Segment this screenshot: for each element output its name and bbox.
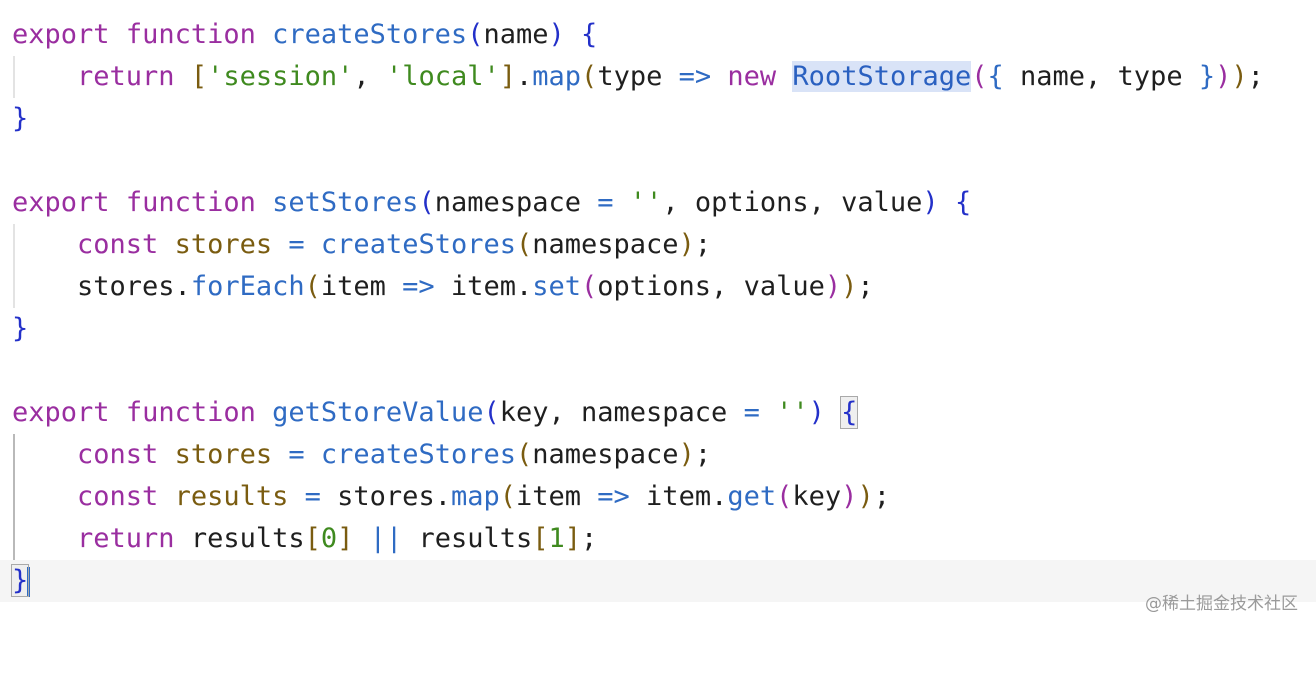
text-cursor [27, 566, 31, 597]
code-line-text: const stores = createStores(namespace); [77, 439, 712, 470]
code-line[interactable]: return results[0] || results[1]; [0, 518, 1316, 560]
code-line-text: export function setStores(namespace = ''… [12, 187, 972, 218]
code-line-text: } [12, 103, 29, 134]
code-line-text: export function getStoreValue(key, names… [12, 396, 859, 429]
code-line[interactable]: } [0, 308, 1316, 350]
code-line[interactable]: return ['session', 'local'].map(type => … [0, 56, 1316, 98]
code-line[interactable]: const stores = createStores(namespace); [0, 224, 1316, 266]
code-line[interactable]: export function createStores(name) { [0, 14, 1316, 56]
code-line[interactable]: const stores = createStores(namespace); [0, 434, 1316, 476]
code-line-text: stores.forEach(item => item.set(options,… [12, 271, 874, 302]
code-line-text: const results = stores.map(item => item.… [77, 481, 890, 512]
code-line[interactable]: stores.forEach(item => item.set(options,… [0, 266, 1316, 308]
code-line-text: export function createStores(name) { [12, 19, 598, 50]
code-line-current[interactable]: } [0, 560, 1316, 602]
code-line[interactable]: export function getStoreValue(key, names… [0, 392, 1316, 434]
highlighted-symbol[interactable]: RootStorage [792, 61, 972, 92]
watermark: @稀土掘金技术社区 [1145, 594, 1298, 614]
code-line-text: } [12, 313, 29, 344]
code-editor[interactable]: export function createStores(name) { ret… [0, 0, 1316, 630]
code-line-text: } [10, 564, 31, 597]
code-line-text: return ['session', 'local'].map(type => … [77, 61, 1264, 92]
code-line-text: const stores = createStores(namespace); [77, 229, 712, 260]
code-line[interactable]: const results = stores.map(item => item.… [0, 476, 1316, 518]
code-line[interactable]: export function setStores(namespace = ''… [0, 182, 1316, 224]
code-line-text: return results[0] || results[1]; [77, 523, 598, 554]
code-line[interactable]: } [0, 98, 1316, 140]
